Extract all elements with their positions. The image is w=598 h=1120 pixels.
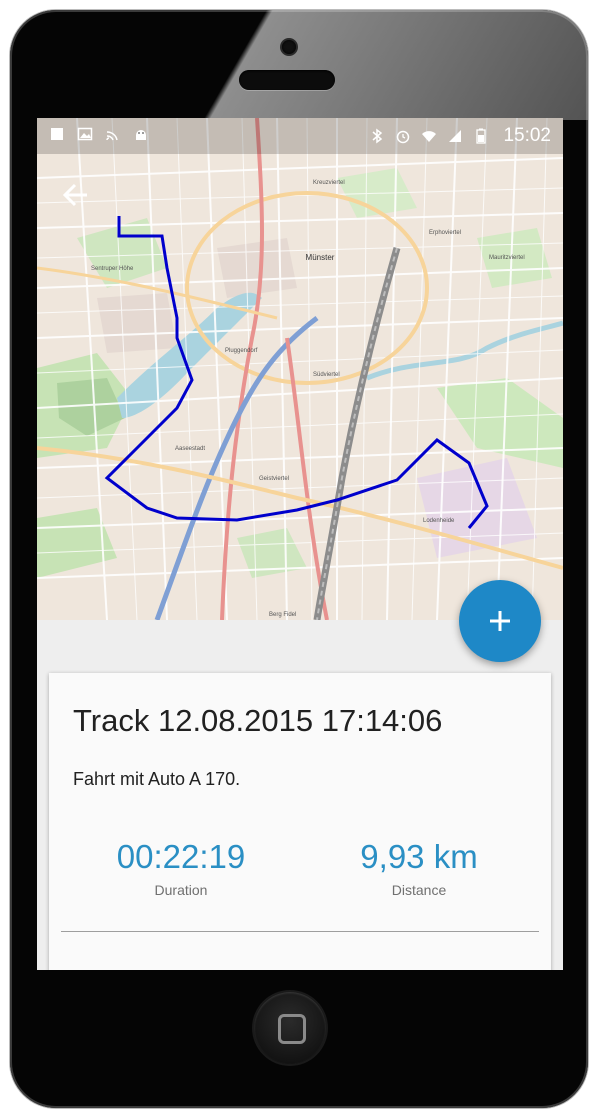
- map-label-berg: Berg Fidel: [269, 612, 296, 618]
- track-description: Fahrt mit Auto A 170.: [73, 769, 241, 789]
- map-label-pluggendorf: Pluggendorf: [225, 348, 258, 354]
- duration-stat: 00:22:19 Duration: [71, 838, 291, 898]
- map-label-lodenheide: Lodenheide: [423, 518, 455, 524]
- track-card: Track 12.08.2015 17:14:06 Fahrt mit Auto…: [49, 673, 551, 970]
- distance-value: 9,93 km: [360, 838, 478, 875]
- battery-icon: [476, 128, 487, 144]
- map-view[interactable]: Münster Kreuzviertel Erphoviertel Maurit…: [37, 118, 563, 620]
- home-button[interactable]: [254, 992, 326, 1064]
- map-label-north: Kreuzviertel: [313, 180, 345, 186]
- front-camera: [282, 40, 296, 54]
- notification-square-icon: [51, 128, 63, 140]
- image-icon: [77, 127, 93, 141]
- cast-icon: [106, 131, 118, 141]
- status-clock: 15:02: [503, 125, 551, 146]
- bluetooth-icon: [372, 128, 383, 144]
- map-label-aaseestadt: Aaseestadt: [175, 446, 205, 452]
- distance-stat: 9,93 km Distance: [309, 838, 529, 898]
- map-label-west: Sentruper Höhe: [91, 266, 134, 272]
- map-label-east: Mauritzviertel: [489, 255, 525, 261]
- map-label-city: Münster: [306, 253, 335, 262]
- map-label-geist: Geistviertel: [259, 476, 289, 482]
- divider: [61, 931, 539, 932]
- map-label-south: Südviertel: [313, 372, 340, 378]
- home-square-icon: [278, 1014, 306, 1044]
- distance-label: Distance: [391, 882, 447, 898]
- signal-icon: [449, 130, 462, 142]
- add-button[interactable]: [459, 580, 541, 662]
- map-label-northeast: Erphoviertel: [429, 230, 461, 236]
- plus-icon: [490, 611, 510, 631]
- earpiece-speaker: [239, 70, 335, 90]
- alarm-icon: [397, 130, 410, 144]
- track-title: Track 12.08.2015 17:14:06: [73, 703, 443, 738]
- duration-label: Duration: [154, 882, 208, 898]
- wifi-icon: [422, 131, 437, 142]
- arrow-back-icon[interactable]: [59, 178, 93, 212]
- android-icon: [136, 130, 146, 140]
- phone-gloss: [10, 10, 588, 120]
- status-bar: 15:02: [37, 118, 563, 154]
- app-screen: Münster Kreuzviertel Erphoviertel Maurit…: [37, 118, 563, 970]
- duration-value: 00:22:19: [116, 838, 246, 875]
